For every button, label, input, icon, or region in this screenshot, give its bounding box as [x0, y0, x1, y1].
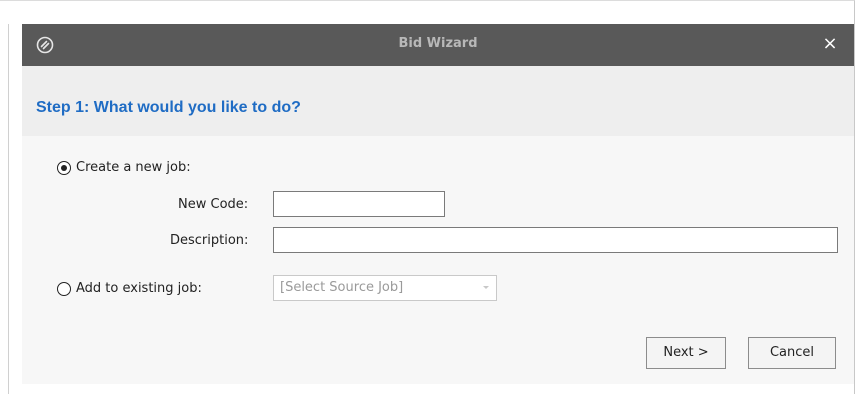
create-new-job-label[interactable]: Create a new job: — [76, 160, 191, 175]
add-to-existing-job-radio[interactable] — [57, 282, 71, 296]
new-code-label: New Code: — [178, 197, 249, 212]
window-title: Bid Wizard — [398, 36, 478, 51]
add-to-existing-job-label[interactable]: Add to existing job: — [76, 281, 202, 296]
cancel-button[interactable]: Cancel — [748, 337, 836, 369]
description-input[interactable] — [273, 227, 838, 253]
new-code-input[interactable] — [273, 191, 445, 217]
left-edge-line — [8, 24, 9, 394]
description-label: Description: — [170, 233, 249, 248]
source-job-select[interactable]: [Select Source Job] — [273, 275, 497, 301]
close-button[interactable]: × — [820, 33, 840, 55]
title-bar[interactable]: Bid Wizard × — [22, 24, 854, 66]
next-button[interactable]: Next > — [646, 337, 726, 369]
source-job-select-value: [Select Source Job] — [280, 280, 404, 295]
chevron-down-icon — [483, 286, 489, 289]
radio-selected-dot — [60, 164, 67, 171]
create-new-job-radio[interactable] — [57, 161, 71, 175]
step-title: Step 1: What would you like to do? — [36, 99, 301, 116]
